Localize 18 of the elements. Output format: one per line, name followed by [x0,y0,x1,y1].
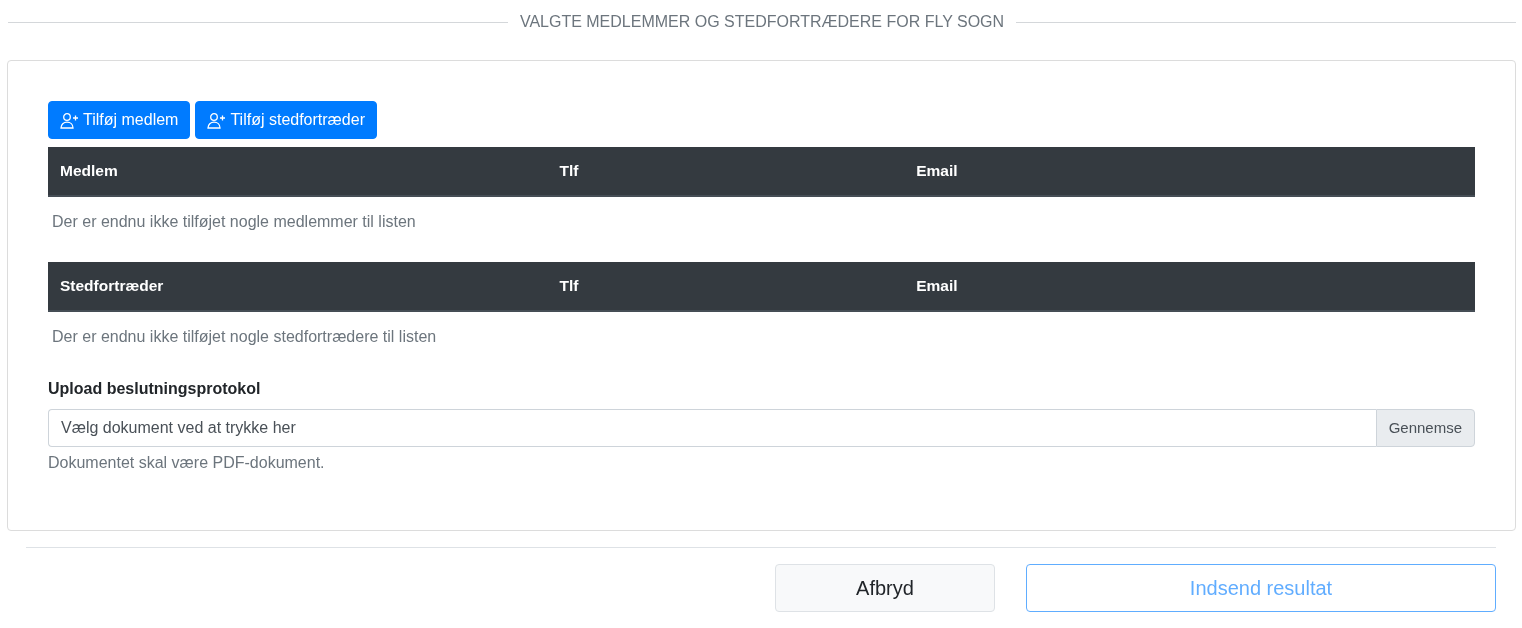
empty-message: Der er endnu ikke tilføjet nogle stedfortrædere til listen [52,328,437,345]
help-text: Dokumentet skal være PDF-dokument. [48,454,325,471]
column-header: Tlf [558,161,580,182]
column-header: Stedfortræder [59,276,165,297]
upload-label: Upload beslutningsprotokol [48,379,262,399]
section-title: VALGTE MEDLEMMER OG STEDFORTRÆDERE FOR FLY SOGN [519,12,1005,32]
person-plus-icon [60,111,79,129]
column-header: Medlem [59,161,119,182]
browse-button[interactable]: Gennemse [1375,409,1475,447]
add-substitute-button[interactable]: Tilføj stedfortræder [195,101,377,139]
file-field[interactable]: Vælg dokument ved at trykke her [48,409,1376,447]
column-header: Email [915,161,959,182]
person-plus-icon [207,111,227,129]
empty-message: Der er endnu ikke tilføjet nogle medlemmer til listen [52,213,416,230]
column-header: Email [915,276,959,297]
column-header: Tlf [558,276,580,297]
cancel-button[interactable]: Afbryd [775,564,995,612]
add-member-button[interactable]: Tilføj medlem [48,101,191,139]
